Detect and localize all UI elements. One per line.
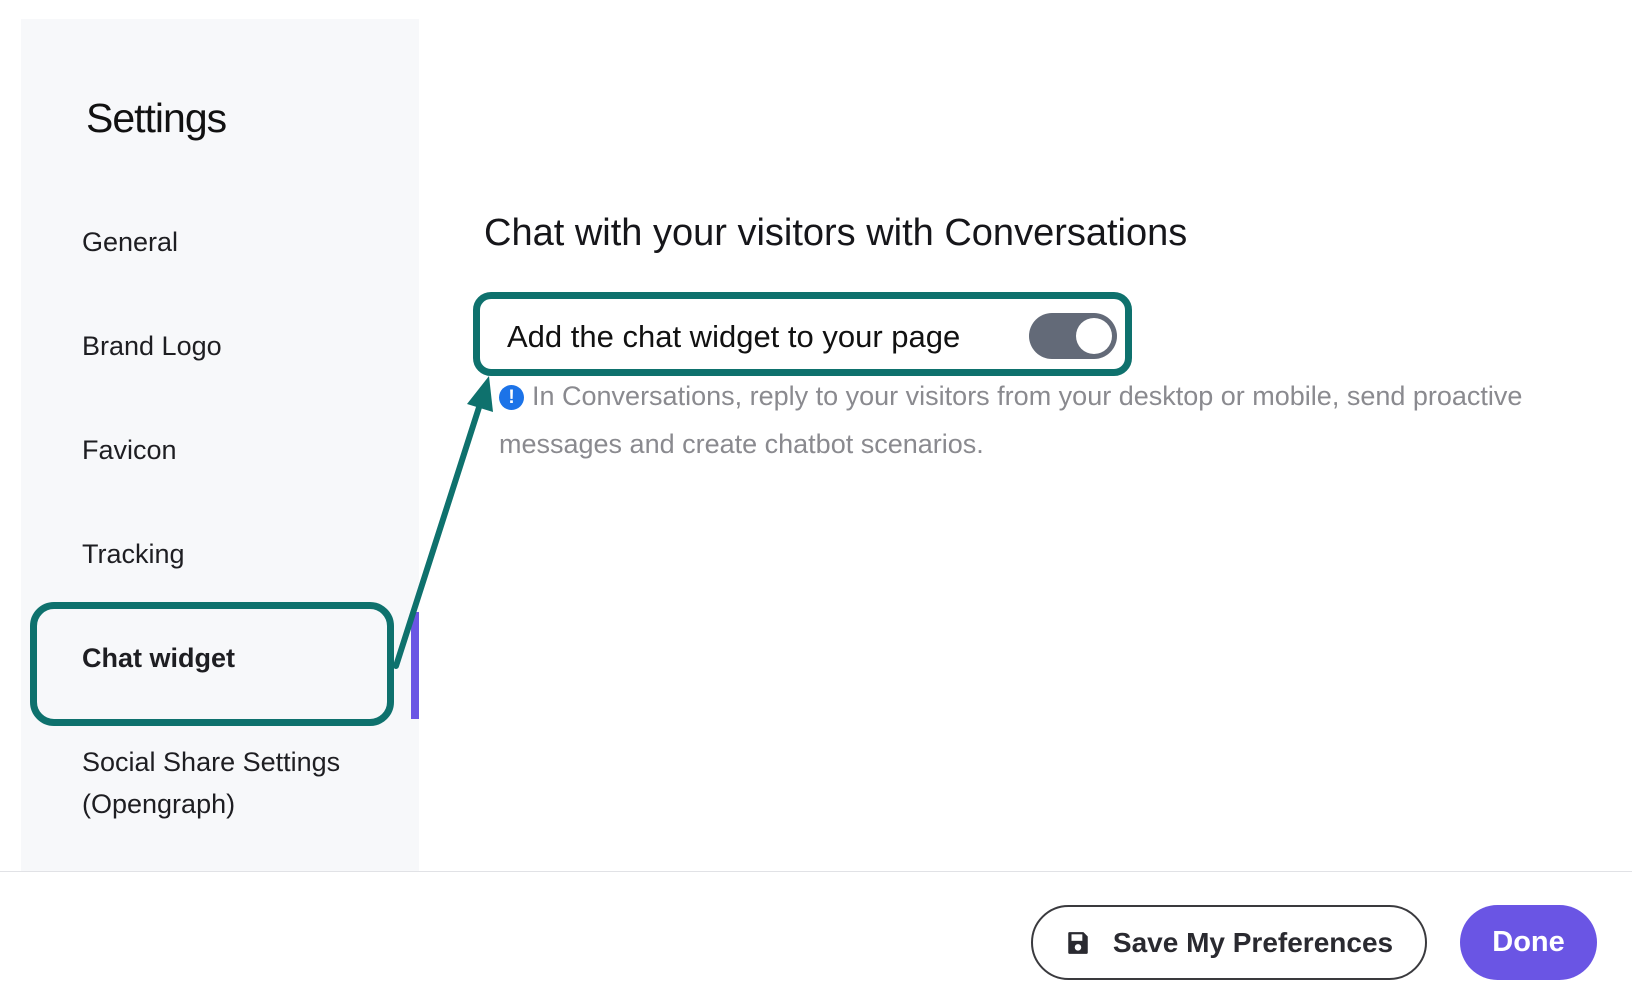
social-share-label-line1: Social Share Settings	[82, 747, 341, 777]
sidebar-item-social-share[interactable]: Social Share Settings (Opengraph)	[82, 741, 340, 825]
chat-widget-toggle[interactable]	[1029, 313, 1117, 359]
annotation-arrow-head	[467, 376, 493, 412]
settings-sidebar: Settings General Brand Logo Favicon Trac…	[21, 19, 419, 871]
floppy-disk-icon	[1068, 931, 1088, 954]
footer-divider	[0, 871, 1632, 872]
chat-widget-toggle-row: Add the chat widget to your page	[473, 292, 1132, 376]
sidebar-item-tracking[interactable]: Tracking	[82, 533, 185, 575]
chat-section-heading: Chat with your visitors with Conversatio…	[484, 212, 1188, 254]
settings-page: Settings General Brand Logo Favicon Trac…	[0, 0, 1632, 998]
chat-info-description: ! In Conversations, reply to your visitor…	[499, 372, 1589, 468]
sidebar-item-general[interactable]: General	[82, 221, 178, 263]
sidebar-item-chat-widget[interactable]: Chat widget	[82, 637, 235, 679]
sidebar-title: Settings	[86, 95, 227, 141]
info-icon: !	[499, 385, 524, 410]
active-item-indicator	[411, 612, 419, 719]
social-share-label-line2: (Opengraph)	[82, 789, 236, 819]
sidebar-item-favicon[interactable]: Favicon	[82, 429, 177, 471]
chat-info-text: In Conversations, reply to your visitors…	[499, 381, 1523, 459]
chat-widget-toggle-label: Add the chat widget to your page	[507, 319, 961, 354]
save-preferences-button[interactable]: Save My Preferences	[1031, 905, 1427, 980]
sidebar-item-brand-logo[interactable]: Brand Logo	[82, 325, 222, 367]
save-preferences-label: Save My Preferences	[1112, 926, 1394, 958]
toggle-knob	[1076, 318, 1112, 354]
done-button[interactable]: Done	[1460, 905, 1597, 980]
